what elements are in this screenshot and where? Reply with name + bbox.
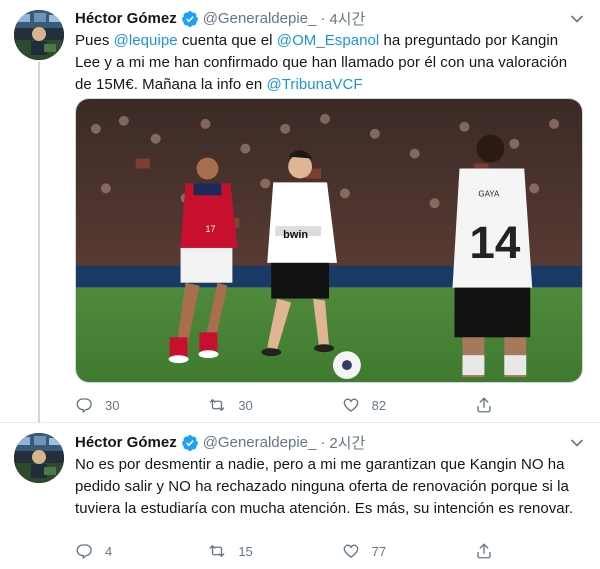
reply-count: 4 — [105, 543, 113, 559]
mention-link-lequipe[interactable]: @lequipe — [114, 32, 178, 49]
like-count: 77 — [371, 543, 387, 559]
reply-button[interactable]: 30 — [75, 396, 208, 414]
share-button[interactable] — [475, 396, 505, 414]
avatar[interactable] — [14, 10, 64, 60]
retweet-icon — [209, 399, 225, 411]
retweet-count: 15 — [238, 543, 253, 559]
tweet-timestamp[interactable]: 4시간 — [329, 8, 365, 29]
author-handle[interactable]: @Generaldepie_ — [203, 10, 317, 27]
retweet-icon — [209, 545, 225, 557]
separator-dot: · — [320, 10, 326, 27]
heart-icon — [343, 398, 359, 412]
shirt-number-front: 17 — [205, 224, 215, 234]
tweet-1[interactable]: Héctor Gómez @Generaldepie_ · 4시간 Pues @… — [0, 0, 600, 423]
tweet-timestamp[interactable]: 2시간 — [329, 432, 365, 453]
shirt-name: GAYA — [478, 189, 500, 198]
retweet-count: 30 — [238, 397, 253, 413]
text-segment: Pues — [75, 32, 114, 49]
like-button[interactable]: 82 — [342, 396, 475, 414]
reply-count: 30 — [105, 397, 120, 413]
retweet-button[interactable]: 15 — [208, 542, 341, 560]
separator-dot: · — [320, 434, 326, 451]
like-button[interactable]: 77 — [342, 542, 475, 560]
thread-connector-line — [38, 62, 40, 423]
tweet-photo[interactable]: 17 bwin GAYA 14 — [75, 98, 583, 383]
share-icon — [477, 397, 491, 413]
author-name[interactable]: Héctor Gómez — [75, 434, 177, 451]
tweet-text: Pues @lequipe cuenta que el @OM_Espanol … — [75, 30, 583, 96]
text-segment: cuenta que el — [177, 32, 277, 49]
tweet-2[interactable]: Héctor Gómez @Generaldepie_ · 2시간 No es … — [0, 424, 600, 569]
chevron-down-icon[interactable] — [570, 436, 584, 450]
tweet-text: No es por desmentir a nadie, pero a mi m… — [75, 454, 583, 520]
chevron-down-icon[interactable] — [570, 12, 584, 26]
verified-badge-icon — [181, 10, 198, 27]
share-button[interactable] — [475, 542, 505, 560]
tweet-header: Héctor Gómez @Generaldepie_ · 2시간 — [75, 432, 365, 453]
retweet-button[interactable]: 30 — [208, 396, 341, 414]
author-handle[interactable]: @Generaldepie_ — [203, 434, 317, 451]
reply-icon — [76, 398, 92, 414]
tweet-actions: 30 30 82 — [75, 396, 505, 414]
reply-icon — [76, 544, 92, 560]
shirt-sponsor: bwin — [283, 229, 308, 241]
heart-icon — [343, 544, 359, 558]
tweet-actions: 4 15 77 — [75, 542, 505, 560]
author-name[interactable]: Héctor Gómez — [75, 10, 177, 27]
avatar[interactable] — [14, 433, 64, 483]
tweet-header: Héctor Gómez @Generaldepie_ · 4시간 — [75, 8, 365, 29]
like-count: 82 — [371, 397, 387, 413]
share-icon — [477, 543, 491, 559]
shirt-number-back: 14 — [469, 217, 521, 268]
mention-link-om-espanol[interactable]: @OM_Espanol — [277, 32, 380, 49]
text-segment: No es por desmentir a nadie, pero a mi m… — [75, 456, 574, 517]
verified-badge-icon — [181, 434, 198, 451]
mention-link-tribunavcf[interactable]: @TribunaVCF — [266, 76, 362, 93]
reply-button[interactable]: 4 — [75, 542, 208, 560]
